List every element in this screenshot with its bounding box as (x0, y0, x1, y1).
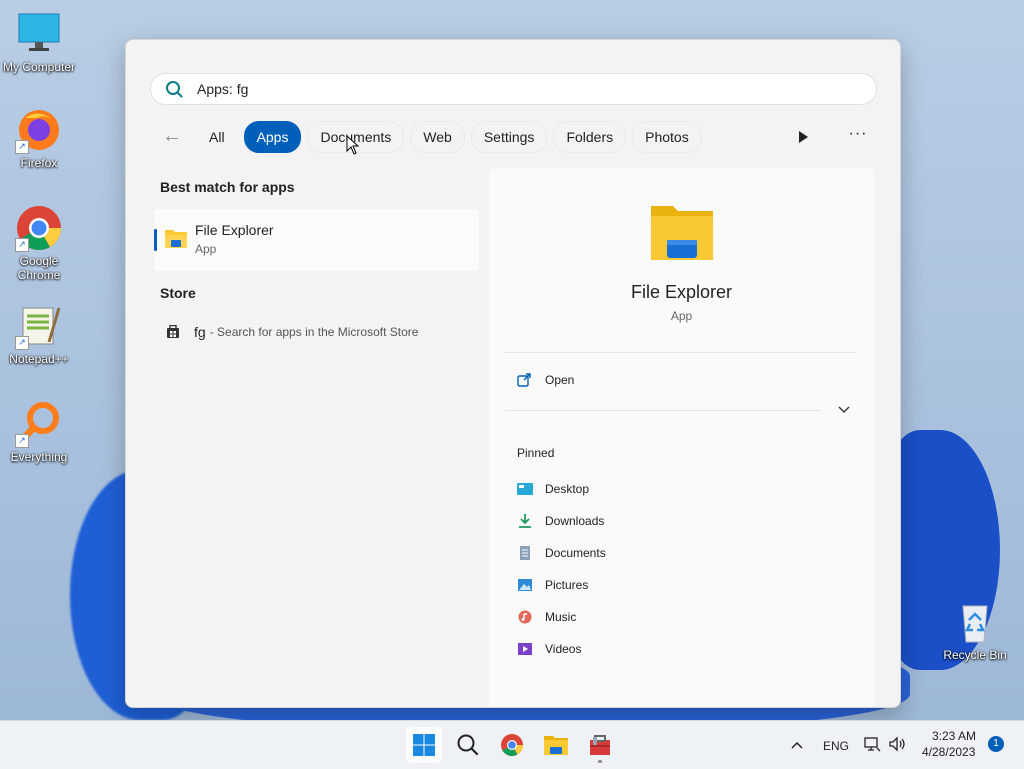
desktop-icon-label: Notepad++ (9, 352, 69, 366)
desktop-icon-recycle-bin[interactable]: Recycle Bin (937, 598, 1013, 662)
pinned-item-videos[interactable]: Videos (517, 642, 581, 656)
pinned-label: Desktop (545, 482, 590, 496)
desktop-icon-my-computer[interactable]: My Computer (1, 10, 77, 74)
monitor-icon (15, 10, 63, 58)
volume-icon[interactable] (888, 735, 906, 753)
search-icon (166, 81, 183, 98)
details-title: File Explorer (630, 282, 733, 302)
start-button[interactable] (406, 727, 442, 763)
desktop-icon-chrome[interactable]: ↗ Google Chrome (1, 204, 77, 282)
shortcut-arrow-icon: ↗ (15, 238, 29, 252)
pinned-item-pictures[interactable]: Pictures (517, 578, 588, 592)
desktop-icon-notepadpp[interactable]: ↗ Notepad++ (1, 302, 77, 366)
picture-icon (518, 579, 532, 591)
open-label: Open (545, 373, 575, 387)
store-search-item[interactable]: fg - Search for apps in the Microsoft St… (166, 324, 418, 340)
folder-icon (544, 736, 568, 755)
play-icon[interactable] (794, 128, 812, 146)
pinned-label: Music (545, 610, 577, 624)
pinned-label: Pictures (545, 578, 589, 592)
taskbar-file-explorer[interactable] (538, 727, 574, 763)
open-external-icon (517, 373, 531, 387)
search-input[interactable] (195, 80, 799, 98)
best-match-heading: Best match for apps (160, 179, 295, 195)
desktop-icon-label: Recycle Bin (943, 648, 1007, 662)
best-match-kind: App (195, 242, 217, 256)
chevron-down-icon[interactable] (837, 403, 851, 417)
desktop-folder-icon (517, 483, 533, 495)
desktop-icon-everything[interactable]: ↗ Everything (1, 400, 77, 464)
mouse-cursor-icon (346, 135, 360, 155)
clock-date[interactable]: 4/28/2023 (922, 745, 975, 759)
more-options-icon[interactable]: ··· (846, 124, 870, 148)
search-panel: ← All Apps Documents Web Settings Folder… (125, 39, 901, 708)
filter-web[interactable]: Web (410, 121, 465, 153)
notepadpp-icon: ↗ (15, 302, 63, 350)
firefox-icon: ↗ (15, 106, 63, 154)
store-bag-icon (167, 325, 179, 338)
pinned-label: Videos (545, 642, 582, 656)
music-icon (518, 610, 532, 624)
desktop-icon-firefox[interactable]: ↗ Firefox (1, 106, 77, 170)
pinned-item-music[interactable]: Music (517, 610, 576, 624)
desktop-icon-label: Firefox (20, 156, 58, 170)
windows-logo-icon (413, 734, 435, 756)
file-explorer-icon (651, 206, 713, 260)
folder-icon (165, 230, 187, 248)
filter-bar: ← All Apps Documents Web Settings Folder… (160, 121, 708, 153)
details-pane: File Explorer App Open Pinned Desktop Do… (489, 168, 874, 707)
store-query: fg (194, 324, 206, 340)
search-box[interactable] (150, 73, 877, 105)
filter-settings[interactable]: Settings (470, 121, 548, 153)
filter-all[interactable]: All (196, 121, 238, 153)
taskbar: ENG 3:23 AM 4/28/2023 (0, 720, 1024, 769)
language-indicator[interactable]: ENG (823, 739, 849, 753)
open-action[interactable]: Open (517, 373, 574, 387)
pinned-heading: Pinned (517, 446, 555, 460)
best-match-item[interactable]: File Explorer App (154, 209, 479, 271)
divider (505, 352, 857, 353)
toolbox-icon (590, 735, 610, 755)
download-icon (519, 514, 531, 528)
video-icon (518, 643, 532, 655)
selection-indicator (154, 229, 157, 251)
pinned-item-downloads[interactable]: Downloads (517, 514, 604, 528)
pinned-label: Documents (545, 546, 606, 560)
network-icon[interactable] (863, 735, 881, 753)
running-indicator (598, 760, 602, 763)
everything-search-icon: ↗ (15, 400, 63, 448)
filter-apps[interactable]: Apps (243, 121, 302, 153)
store-subtitle: - Search for apps in the Microsoft Store (209, 325, 419, 339)
chrome-icon: ↗ (15, 204, 63, 252)
notification-badge[interactable]: 1 (988, 736, 1004, 752)
shortcut-arrow-icon: ↗ (15, 336, 29, 350)
taskbar-chrome[interactable] (494, 727, 530, 763)
filter-folders[interactable]: Folders (553, 121, 627, 153)
clock-time[interactable]: 3:23 AM (932, 729, 976, 743)
shortcut-arrow-icon: ↗ (15, 140, 29, 154)
pinned-item-desktop[interactable]: Desktop (517, 482, 589, 496)
best-match-name: File Explorer (195, 222, 274, 238)
filter-photos[interactable]: Photos (632, 121, 702, 153)
pinned-label: Downloads (545, 514, 605, 528)
chrome-icon (501, 734, 523, 756)
divider (505, 410, 821, 411)
taskbar-search-button[interactable] (450, 727, 486, 763)
recycle-bin-icon (951, 598, 999, 646)
desktop-icon-label: My Computer (2, 60, 76, 74)
shortcut-arrow-icon: ↗ (15, 434, 29, 448)
back-arrow-icon[interactable]: ← (160, 125, 184, 149)
store-heading: Store (160, 285, 196, 301)
pinned-item-documents[interactable]: Documents (517, 546, 606, 560)
desktop-icon-label: Google Chrome (17, 254, 61, 282)
taskbar-toolbox-app[interactable] (582, 727, 618, 763)
document-icon (520, 546, 530, 560)
search-icon (457, 734, 479, 756)
chevron-up-icon[interactable] (790, 739, 804, 751)
details-kind: App (670, 309, 693, 323)
desktop-icon-label: Everything (10, 450, 68, 464)
